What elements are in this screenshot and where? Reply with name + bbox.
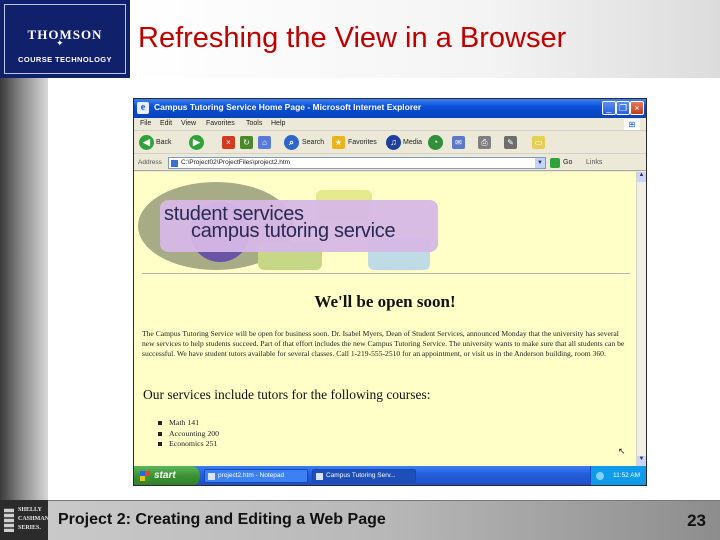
bullet-icon	[158, 431, 162, 436]
home-icon[interactable]: ⌂	[258, 136, 271, 149]
bullet-icon	[158, 442, 162, 446]
system-tray: 11:52 AM	[590, 466, 646, 485]
series-logo-line: SERIES.	[18, 525, 41, 531]
banner-line2: campus tutoring service	[191, 220, 396, 242]
address-label: Address	[138, 159, 162, 166]
books-icon	[4, 508, 14, 532]
refresh-icon[interactable]: ↻	[240, 136, 253, 149]
search-icon[interactable]: ⌕	[284, 135, 299, 150]
menu-help[interactable]: Help	[271, 120, 285, 127]
page-icon	[171, 160, 178, 167]
address-text: C:\Project02\ProjectFiles\project2.htm	[181, 159, 291, 166]
series-logo-line: CASHMAN	[18, 516, 49, 522]
close-button[interactable]: ×	[630, 101, 644, 115]
left-gradient-bar	[0, 78, 48, 540]
notepad-icon	[208, 473, 215, 480]
slide-title: Refreshing the View in a Browser	[138, 22, 567, 54]
menu-favorites[interactable]: Favorites	[206, 120, 235, 127]
bullet-icon	[158, 421, 162, 425]
windows-flag-icon: ⊞	[624, 119, 640, 130]
list-item: Economics 251	[158, 439, 219, 450]
back-arrow-icon[interactable]: ◀	[139, 135, 154, 150]
taskbar-item-notepad[interactable]: project2.htm - Notepad	[204, 469, 308, 483]
menu-view[interactable]: View	[181, 120, 196, 127]
stop-icon[interactable]: ×	[222, 136, 235, 149]
windows-taskbar: start project2.htm - Notepad Campus Tuto…	[134, 466, 646, 485]
edit-icon[interactable]: ✎	[504, 136, 517, 149]
links-button[interactable]: Links	[586, 159, 602, 166]
shelly-cashman-logo: SHELLY CASHMAN SERIES.	[0, 500, 49, 540]
tray-icon[interactable]	[596, 472, 604, 480]
go-button[interactable]: Go	[563, 159, 572, 166]
go-arrow-icon[interactable]	[550, 158, 560, 168]
media-icon[interactable]: ♫	[386, 135, 401, 150]
logo-line2: COURSE TECHNOLOGY	[18, 55, 112, 64]
favorites-label[interactable]: Favorites	[348, 139, 377, 146]
course-name: Economics 251	[169, 439, 218, 448]
address-bar: Address C:\Project02\ProjectFiles\projec…	[134, 155, 646, 171]
chevron-down-icon[interactable]: ▼	[535, 158, 545, 168]
page-heading: We'll be open soon!	[314, 292, 456, 311]
star-icon: ✦	[56, 38, 64, 48]
course-name: Accounting 200	[169, 428, 220, 438]
restore-button[interactable]: ❐	[616, 101, 630, 115]
task-label: project2.htm - Notepad	[218, 472, 285, 479]
thomson-logo: THOMSON COURSE TECHNOLOGY ✦	[0, 0, 130, 78]
vertical-scrollbar[interactable]: ▲ ▼	[636, 172, 646, 466]
search-label[interactable]: Search	[302, 139, 324, 146]
list-item: Accounting 200	[158, 429, 219, 440]
courses-subheading: Our services include tutors for the foll…	[143, 387, 431, 402]
media-label[interactable]: Media	[403, 139, 422, 146]
list-item: Math 141	[158, 418, 219, 429]
back-label[interactable]: Back	[156, 139, 172, 146]
intro-paragraph: The Campus Tutoring Service will be open…	[142, 329, 625, 359]
window-title: Campus Tutoring Service Home Page - Micr…	[154, 102, 422, 112]
history-icon[interactable]: ◔	[428, 135, 443, 150]
title-area: Refreshing the View in a Browser	[130, 0, 720, 78]
footer-bar: Project 2: Creating and Editing a Web Pa…	[48, 500, 720, 540]
logo-line1: THOMSON	[27, 27, 103, 42]
scroll-down-icon[interactable]: ▼	[637, 456, 646, 466]
start-button[interactable]: start	[134, 466, 200, 485]
course-list: Math 141 Accounting 200 Economics 251	[158, 418, 219, 450]
taskbar-item-browser[interactable]: Campus Tutoring Serv...	[312, 469, 416, 483]
browser-screenshot: e Campus Tutoring Service Home Page - Mi…	[133, 98, 647, 486]
menu-bar: File Edit View Favorites Tools Help ⊞	[134, 118, 646, 131]
page-number: 23	[687, 511, 706, 530]
scroll-up-icon[interactable]: ▲	[637, 172, 646, 182]
menu-tools[interactable]: Tools	[246, 120, 262, 127]
menu-edit[interactable]: Edit	[160, 120, 172, 127]
ie-logo-icon: e	[137, 102, 149, 114]
minimize-button[interactable]: _	[602, 101, 616, 115]
page-content: student services campus tutoring service…	[134, 172, 636, 466]
clock: 11:52 AM	[613, 472, 640, 479]
ie-titlebar: e Campus Tutoring Service Home Page - Mi…	[134, 99, 646, 118]
favorites-star-icon[interactable]: ★	[332, 136, 345, 149]
address-input[interactable]: C:\Project02\ProjectFiles\project2.htm ▼	[168, 157, 546, 169]
mail-icon[interactable]: ✉	[452, 136, 465, 149]
mouse-pointer-icon: ↖	[618, 446, 626, 456]
toolbar: ◀ Back ▶ × ↻ ⌂ ⌕ Search ★ Favorites ♫ Me…	[134, 132, 646, 154]
windows-logo-icon	[140, 471, 150, 481]
footer-text: Project 2: Creating and Editing a Web Pa…	[58, 511, 386, 528]
discuss-icon[interactable]: ▭	[532, 136, 545, 149]
series-logo-line: SHELLY	[18, 507, 42, 513]
task-label: Campus Tutoring Serv...	[326, 472, 396, 479]
print-icon[interactable]: ⎙	[478, 136, 491, 149]
start-label: start	[154, 470, 176, 481]
ie-taskbar-icon	[316, 473, 323, 480]
horizontal-rule	[142, 273, 630, 275]
forward-arrow-icon[interactable]: ▶	[189, 135, 204, 150]
menu-file[interactable]: File	[140, 120, 151, 127]
course-name: Math 141	[169, 418, 200, 427]
